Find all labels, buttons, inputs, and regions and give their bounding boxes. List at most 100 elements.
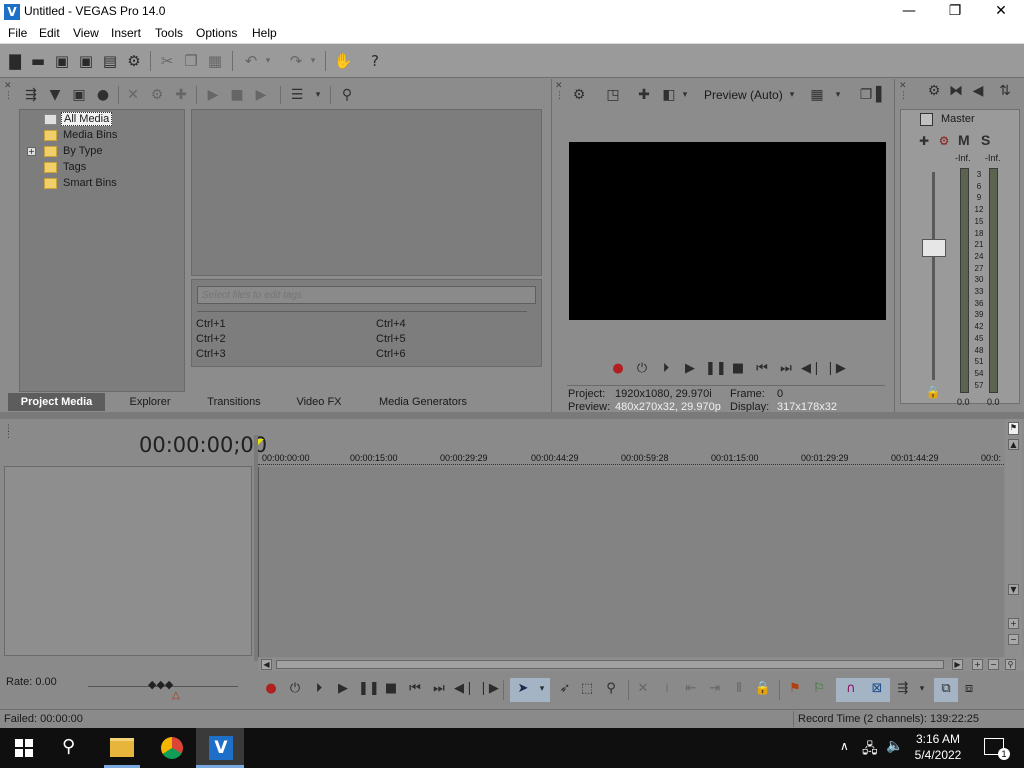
clock-time[interactable]: 3:16 AM (908, 732, 968, 746)
scroll-down-icon[interactable]: ▼ (1008, 584, 1019, 595)
tree-item-tags[interactable]: Tags (63, 161, 86, 173)
record-icon[interactable]: ● (609, 360, 627, 378)
play-icon[interactable]: ▶ (204, 86, 222, 104)
menu-options[interactable]: Options (196, 26, 237, 40)
minimize-button[interactable]: — (886, 0, 932, 24)
paste-icon[interactable]: ▦ (206, 52, 224, 70)
preview-properties-gear-icon[interactable]: ⚙ (570, 86, 588, 104)
normal-edit-tool-icon[interactable]: ➤ (514, 680, 532, 698)
menu-tools[interactable]: Tools (155, 26, 183, 40)
media-list[interactable] (191, 109, 542, 276)
pause-icon[interactable]: ❚❚ (358, 680, 380, 698)
open-icon[interactable]: ▬ (29, 52, 47, 70)
preview-quality-label[interactable]: Preview (Auto) (704, 88, 783, 102)
tag-shortcut[interactable]: Ctrl+5 (376, 333, 406, 345)
whats-this-help-icon[interactable]: ? (366, 52, 384, 70)
pause-icon[interactable]: ❚❚ (705, 360, 727, 378)
go-to-end-icon[interactable]: ⏭ (777, 360, 795, 378)
views-dropdown-icon[interactable]: ▾ (312, 86, 324, 104)
go-to-start-icon[interactable]: ⏮ (753, 360, 771, 378)
network-icon[interactable]: 🖧 (862, 738, 878, 762)
lock-events-icon[interactable]: 🔒 (754, 680, 772, 698)
media-properties-icon[interactable]: ✚ (172, 86, 190, 104)
tag-shortcut[interactable]: Ctrl+3 (196, 348, 226, 360)
save-snapshot-icon[interactable]: ▌ (876, 86, 887, 104)
auto-preview-icon[interactable]: ▶ (252, 86, 270, 104)
zoom-in-horizontal-icon[interactable]: + (972, 659, 983, 670)
dim-output-icon[interactable]: ◀ (969, 82, 987, 100)
scroll-left-icon[interactable]: ◀ (261, 659, 272, 670)
panel-grip[interactable]: ✕ ⋮ (899, 81, 909, 101)
master-fx-settings-icon[interactable]: ⚙ (935, 132, 953, 150)
record-icon[interactable]: ● (262, 680, 280, 698)
close-button[interactable]: ✕ (978, 0, 1024, 24)
expand-icon[interactable]: + (27, 147, 36, 156)
windows-start-icon[interactable] (15, 739, 33, 757)
mixer-bus-icon[interactable]: ⇅ (996, 82, 1014, 100)
split-screen-dropdown-icon[interactable]: ▾ (679, 86, 691, 104)
next-frame-icon[interactable]: ❘▶ (825, 360, 846, 378)
tag-shortcut[interactable]: Ctrl+6 (376, 348, 406, 360)
panel-grip[interactable]: ✕ ⋮ (4, 81, 14, 411)
preview-quality-dropdown-icon[interactable]: ▾ (786, 86, 798, 104)
copy-icon[interactable]: ❐ (182, 52, 200, 70)
tab-explorer[interactable]: Explorer (110, 393, 190, 411)
go-to-start-icon[interactable]: ⏮ (406, 680, 424, 698)
tag-shortcut[interactable]: Ctrl+4 (376, 318, 406, 330)
render-icon[interactable]: ▤ (101, 52, 119, 70)
stop-icon[interactable]: ■ (228, 86, 246, 104)
auto-crossfade-icon[interactable]: ⊠ (868, 680, 886, 698)
mute-button[interactable]: M (958, 132, 970, 148)
trim-start-icon[interactable]: ⇤ (682, 680, 700, 698)
new-project-icon[interactable]: ▇ (6, 52, 24, 70)
panel-grip[interactable]: ✕ ⋮ (555, 81, 565, 101)
video-fx-icon[interactable]: ✚ (635, 86, 653, 104)
capture-video-icon[interactable]: ▼ (46, 86, 64, 104)
media-fx-icon[interactable]: ⚙ (148, 86, 166, 104)
split-screen-icon[interactable]: ◧ (660, 86, 678, 104)
dock-splitter[interactable] (0, 412, 1024, 419)
time-ruler[interactable]: 00:00:00:00 00:00:15:00 00:00:29:29 00:0… (258, 439, 1004, 467)
overlays-dropdown-icon[interactable]: ▾ (832, 86, 844, 104)
master-fx-icon[interactable]: ✚ (915, 132, 933, 150)
tag-shortcut[interactable]: Ctrl+2 (196, 333, 226, 345)
tab-transitions[interactable]: Transitions (194, 393, 274, 411)
volume-fader-handle[interactable] (922, 239, 946, 257)
vegas-taskbar-button[interactable]: V (196, 728, 244, 768)
track-view[interactable] (258, 467, 1004, 657)
lock-envelopes-icon[interactable]: ⧉ (937, 680, 955, 698)
volume-icon[interactable]: 🔈 (886, 738, 903, 754)
zoom-out-vertical-icon[interactable]: − (1008, 634, 1019, 645)
get-media-web-icon[interactable]: ● (94, 86, 112, 104)
tab-project-media[interactable]: Project Media (8, 393, 105, 411)
scroll-thumb[interactable] (276, 660, 944, 669)
horizontal-scrollbar[interactable]: ◀ ▶ + − ⚲ (258, 658, 1024, 671)
properties-gear-icon[interactable]: ⚙ (125, 52, 143, 70)
import-media-icon[interactable]: ⇶ (22, 86, 40, 104)
show-hidden-icons-chevron-icon[interactable]: ∧ (840, 739, 849, 753)
chrome-icon[interactable] (161, 737, 183, 759)
mixer-properties-gear-icon[interactable]: ⚙ (925, 82, 943, 100)
timecode-display[interactable]: 00:00:00;00 (139, 433, 267, 457)
trim-end-icon[interactable]: ⇥ (706, 680, 724, 698)
lock-icon[interactable]: 🔒 (924, 383, 942, 401)
trim-icon[interactable]: ⧘ (658, 680, 676, 698)
menu-view[interactable]: View (73, 26, 99, 40)
solo-button[interactable]: S (981, 132, 990, 148)
tree-item-smart-bins[interactable]: Smart Bins (63, 177, 117, 189)
remove-media-icon[interactable]: ✕ (124, 86, 142, 104)
previous-frame-icon[interactable]: ◀❘ (454, 680, 475, 698)
clock-date[interactable]: 5/4/2022 (908, 748, 968, 762)
search-icon[interactable]: ⚲ (62, 736, 75, 757)
insert-region-icon[interactable]: ⚐ (810, 680, 828, 698)
menu-help[interactable]: Help (252, 26, 277, 40)
edit-tool-dropdown-icon[interactable]: ▾ (536, 680, 548, 698)
play-from-start-icon[interactable]: ⏵ (310, 680, 328, 698)
play-icon[interactable]: ▶ (681, 360, 699, 378)
delete-icon[interactable]: ✕ (634, 680, 652, 698)
zoom-in-vertical-icon[interactable]: + (1008, 618, 1019, 629)
menu-insert[interactable]: Insert (111, 26, 141, 40)
zoom-tool-icon[interactable]: ⚲ (1005, 659, 1016, 670)
rate-slider-handle[interactable]: ◆◆◆ (148, 678, 173, 691)
undo-dropdown-icon[interactable]: ▾ (262, 52, 274, 70)
